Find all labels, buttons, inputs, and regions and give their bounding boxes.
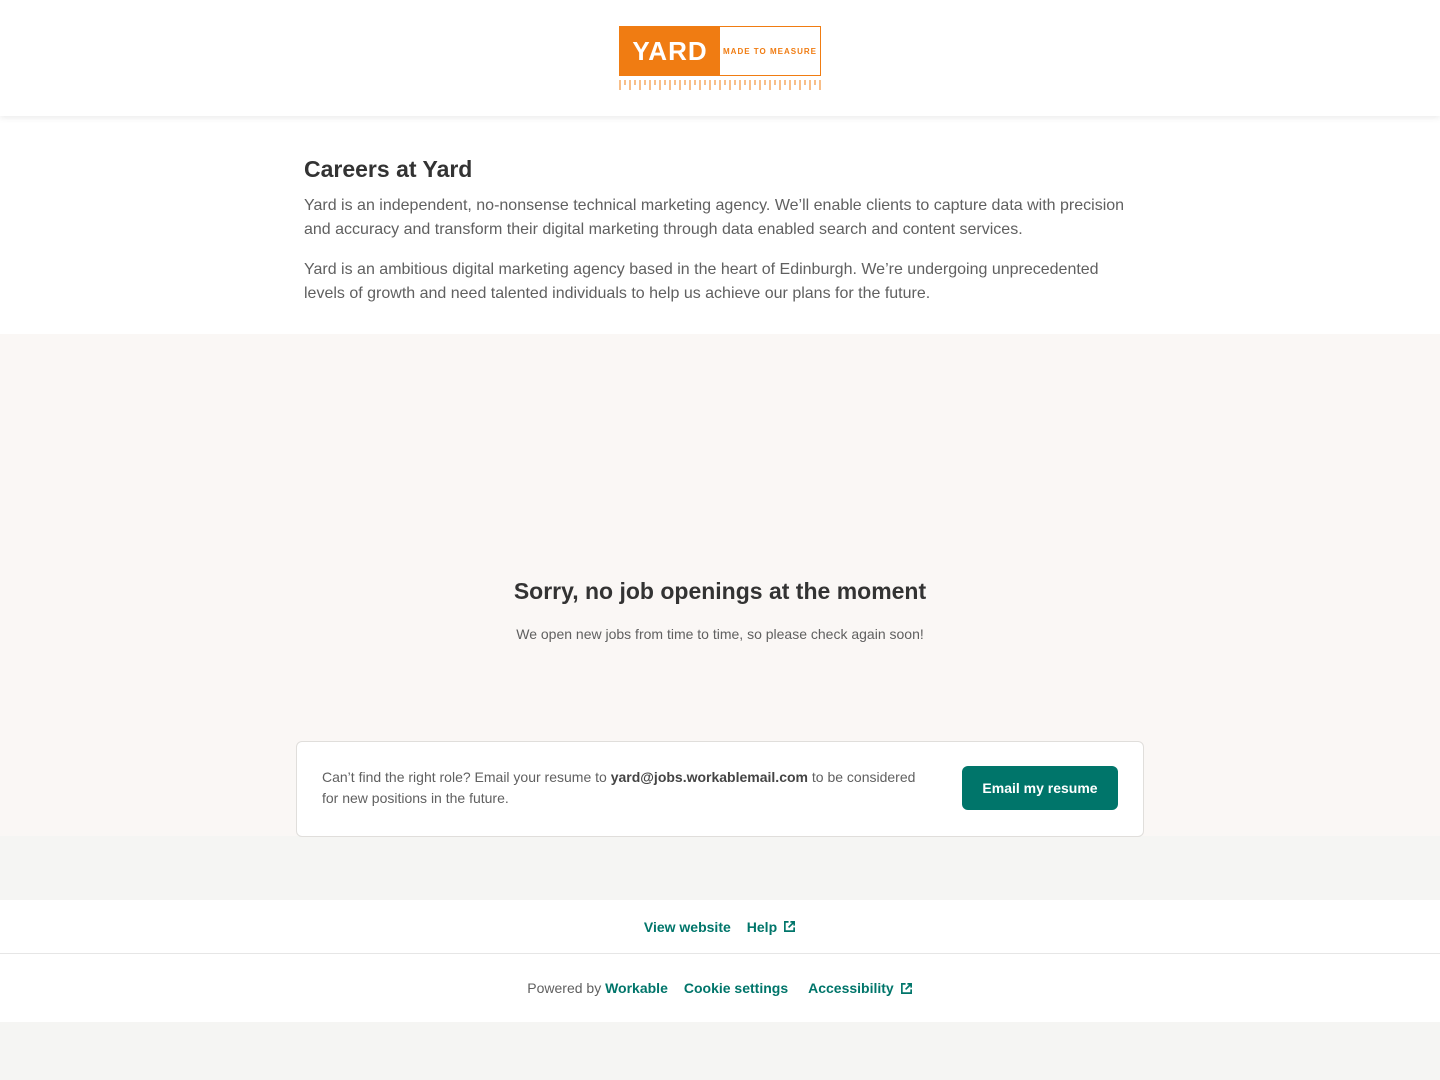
no-jobs-title: Sorry, no job openings at the moment [513,578,927,604]
powered-by: Powered by Workable [527,980,668,996]
resume-card: Can’t find the right role? Email your re… [296,741,1144,837]
view-website-label: View website [643,918,731,935]
intro-paragraph-1: Yard is an independent, no-nonsense tech… [304,196,1125,238]
view-website-link[interactable]: View website [644,919,731,935]
accessibility-link[interactable]: Accessibility [808,980,913,996]
footer-links: View website Help [0,900,1440,954]
workable-link[interactable]: Workable [605,980,668,996]
accessibility-label: Accessibility [808,980,894,996]
no-jobs-subtitle: We open new jobs from time to time, so p… [516,626,924,642]
jobs-section: Sorry, no job openings at the moment We … [0,334,1440,837]
external-link-icon [784,921,796,932]
page-title: Careers at Yard [304,156,473,182]
resume-message: Can’t find the right role? Email your re… [322,767,932,809]
resume-email: yard@jobs.workablemail.com [610,769,808,785]
intro-paragraph-2: Yard is an ambitious digital marketing a… [304,260,1099,302]
powered-by-label: Powered by [527,980,602,996]
site-header: YARD MADE TO MEASURE [0,0,1440,116]
resume-text-before: Can’t find the right role? Email your re… [322,769,611,785]
external-link-icon [900,982,912,994]
footer-spacer [0,836,1440,900]
cookie-settings-link[interactable]: Cookie settings [684,980,788,996]
ruler-graphic [619,80,821,90]
intro-section: Careers at Yard Yard is an independent, … [0,116,1440,334]
help-label: Help [746,918,778,935]
footer-bottom: Powered by Workable Cookie settings Acce… [0,954,1440,1022]
logo-box: YARD MADE TO MEASURE [619,26,821,76]
logo-tagline: MADE TO MEASURE [720,27,820,75]
help-link[interactable]: Help [747,919,796,935]
email-resume-button[interactable]: Email my resume [962,766,1118,810]
company-logo[interactable]: YARD MADE TO MEASURE [619,26,821,92]
logo-wordmark: YARD [620,27,720,75]
